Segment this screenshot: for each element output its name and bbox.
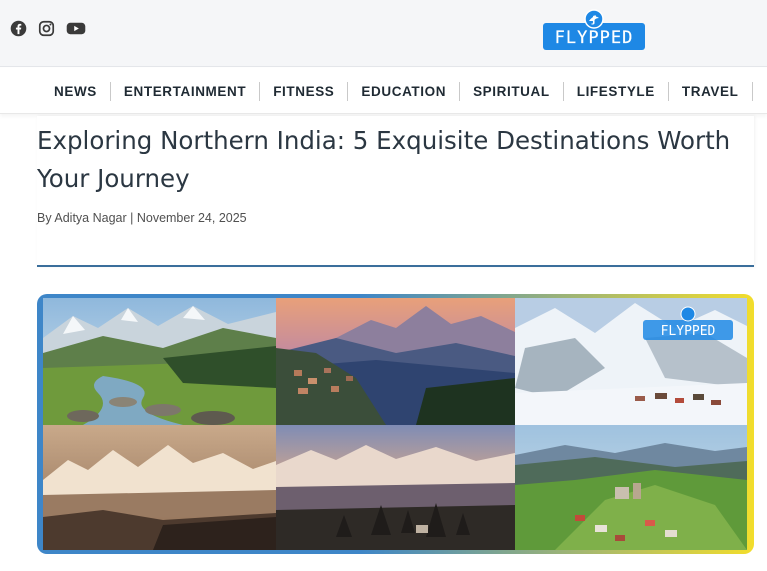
article-title: Exploring Northern India: 5 Exquisite De… [37, 126, 731, 193]
nav-item-news[interactable]: NEWS [41, 81, 111, 101]
nav-item-spiritual[interactable]: SPIRITUAL [460, 81, 564, 101]
nav-item-entertainment[interactable]: ENTERTAINMENT [111, 81, 261, 101]
tile-snow-village: FLYPPED [515, 298, 747, 425]
facebook-icon[interactable] [10, 20, 27, 42]
nav-list: NEWS ENTERTAINMENT FITNESS EDUCATION SPI… [41, 68, 753, 114]
nav-item-travel[interactable]: TRAVEL [669, 81, 753, 101]
instagram-icon[interactable] [38, 20, 55, 42]
nav-item-lifestyle[interactable]: LIFESTYLE [564, 81, 669, 101]
hero-image-frame: FLYPPED [37, 294, 754, 554]
watermark-text: FLYPPED [661, 324, 716, 339]
tile-twilight-pines [276, 425, 515, 550]
tile-valley-river [43, 298, 276, 425]
tile-hilltop-town [515, 425, 747, 550]
logo-text: FLYPPED [555, 28, 634, 48]
main-nav: NEWS ENTERTAINMENT FITNESS EDUCATION SPI… [0, 68, 767, 114]
youtube-icon[interactable] [66, 20, 86, 42]
social-links [10, 20, 86, 42]
svg-text:ƒ: ƒ [591, 16, 596, 26]
publish-date: November 24, 2025 [136, 211, 247, 225]
byline-prefix: By [37, 211, 55, 225]
tile-golden-peaks [43, 425, 276, 550]
tile-sunset-village [276, 298, 515, 425]
top-bar: ƒ FLYPPED [0, 0, 767, 67]
nav-item-education[interactable]: EDUCATION [348, 81, 461, 101]
nav-item-fitness[interactable]: FITNESS [260, 81, 349, 101]
hero-collage: FLYPPED [43, 298, 747, 550]
article-header: Exploring Northern India: 5 Exquisite De… [37, 116, 754, 267]
byline-separator: | [126, 211, 137, 225]
site-logo[interactable]: ƒ FLYPPED [543, 9, 645, 51]
article-byline: By Aditya Nagar | November 24, 2025 [37, 211, 247, 225]
author-link[interactable]: Aditya Nagar [54, 211, 126, 225]
